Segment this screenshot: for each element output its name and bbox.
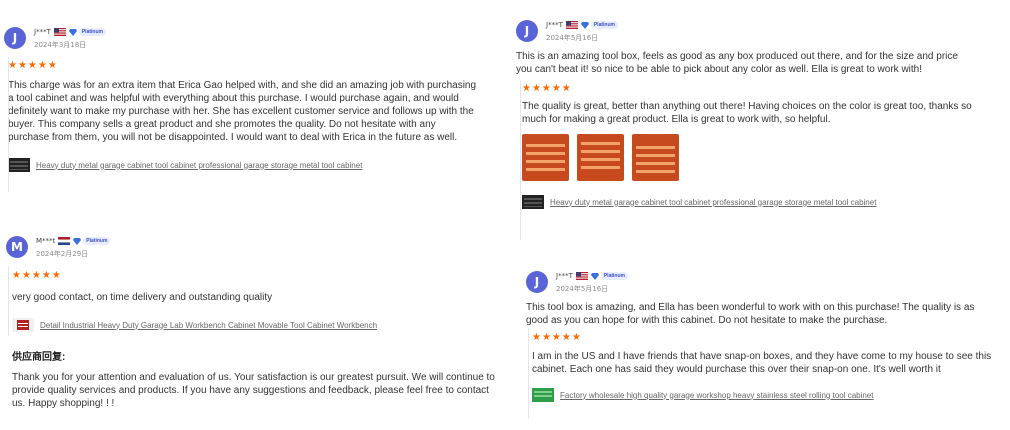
reviewer-info: M***t Platinum xyxy=(36,237,111,245)
review-photo[interactable] xyxy=(577,134,624,181)
reviewer-name: J***T xyxy=(546,21,563,29)
red-cabinet-thumbnail xyxy=(12,318,34,332)
reviewer-info: J***T Platinum xyxy=(556,272,628,280)
platinum-badge: Platinum xyxy=(68,28,106,36)
product-link-row[interactable]: Heavy duty metal garage cabinet tool cab… xyxy=(522,195,986,209)
reviewer-name: J***T xyxy=(34,28,51,36)
review-text: This charge was for an extra item that E… xyxy=(8,80,477,143)
product-link-row[interactable]: Heavy duty metal garage cabinet tool cab… xyxy=(8,158,494,172)
product-link[interactable]: Detail Industrial Heavy Duty Garage Lab … xyxy=(40,321,377,330)
review-summary: This tool box is amazing, and Ella has b… xyxy=(526,302,975,326)
reviewer-name: J***T xyxy=(556,272,573,280)
review-date: 2024年5月16日 xyxy=(546,34,599,42)
product-link-row[interactable]: Detail Industrial Heavy Duty Garage Lab … xyxy=(12,318,496,332)
platinum-badge: Platinum xyxy=(73,237,111,245)
platinum-badge: Platinum xyxy=(590,272,628,280)
supplier-reply-title: 供应商回复: xyxy=(12,352,66,363)
diamond-icon xyxy=(68,28,77,36)
nl-flag-icon xyxy=(58,237,71,245)
star-rating: ★★★★★ xyxy=(12,270,62,281)
platinum-badge: Platinum xyxy=(580,21,618,29)
black-cabinet-thumbnail xyxy=(522,195,544,209)
review-card: J J***T Platinum 2024年5月16日 This tool bo… xyxy=(526,271,996,419)
reviewer-name: M***t xyxy=(36,237,56,245)
avatar: J xyxy=(526,271,548,293)
review-photo[interactable] xyxy=(632,134,679,181)
black-cabinet-thumbnail xyxy=(8,158,30,172)
us-flag-icon xyxy=(575,272,588,280)
review-header: M M***t Platinum 2024年2月29日 xyxy=(6,236,496,266)
review-card: J J***T Platinum 2024年3月18日 ★★★★★ This c… xyxy=(4,27,494,192)
review-text: very good contact, on time delivery and … xyxy=(12,292,273,303)
star-rating: ★★★★★ xyxy=(532,332,582,343)
us-flag-icon xyxy=(565,21,578,29)
star-rating: ★★★★★ xyxy=(522,83,572,94)
product-link-row[interactable]: Factory wholesale high quality garage wo… xyxy=(532,388,996,402)
green-cabinet-thumbnail xyxy=(532,388,554,402)
star-rating: ★★★★★ xyxy=(8,60,58,71)
supplier-reply-text: Thank you for your attention and evaluat… xyxy=(12,372,495,409)
diamond-icon xyxy=(590,272,599,280)
product-link[interactable]: Factory wholesale high quality garage wo… xyxy=(560,391,874,400)
review-summary: This is an amazing tool box, feels as go… xyxy=(516,51,958,75)
product-link[interactable]: Heavy duty metal garage cabinet tool cab… xyxy=(36,161,362,170)
review-date: 2024年3月18日 xyxy=(34,41,87,49)
review-photo[interactable] xyxy=(522,134,569,181)
review-header: J J***T Platinum 2024年5月16日 xyxy=(526,271,996,301)
review-header: J J***T Platinum 2024年3月18日 xyxy=(4,27,494,57)
diamond-icon xyxy=(580,21,589,29)
avatar: M xyxy=(6,236,28,258)
review-card: M M***t Platinum 2024年2月29日 ★★★★★ very g… xyxy=(6,236,496,410)
review-date: 2024年5月16日 xyxy=(556,285,609,293)
us-flag-icon xyxy=(53,28,66,36)
diamond-icon xyxy=(73,237,82,245)
review-text: I am in the US and I have friends that h… xyxy=(532,351,992,375)
reviewer-info: J***T Platinum xyxy=(34,28,106,36)
review-card: J J***T Platinum 2024年5月16日 This is an a… xyxy=(516,20,986,240)
review-photos[interactable] xyxy=(522,134,986,181)
avatar: J xyxy=(4,27,26,49)
avatar: J xyxy=(516,20,538,42)
reviewer-info: J***T Platinum xyxy=(546,21,618,29)
product-link[interactable]: Heavy duty metal garage cabinet tool cab… xyxy=(550,198,876,207)
review-header: J J***T Platinum 2024年5月16日 xyxy=(516,20,986,50)
review-date: 2024年2月29日 xyxy=(36,250,89,258)
review-text: The quality is great, better than anythi… xyxy=(522,101,972,125)
